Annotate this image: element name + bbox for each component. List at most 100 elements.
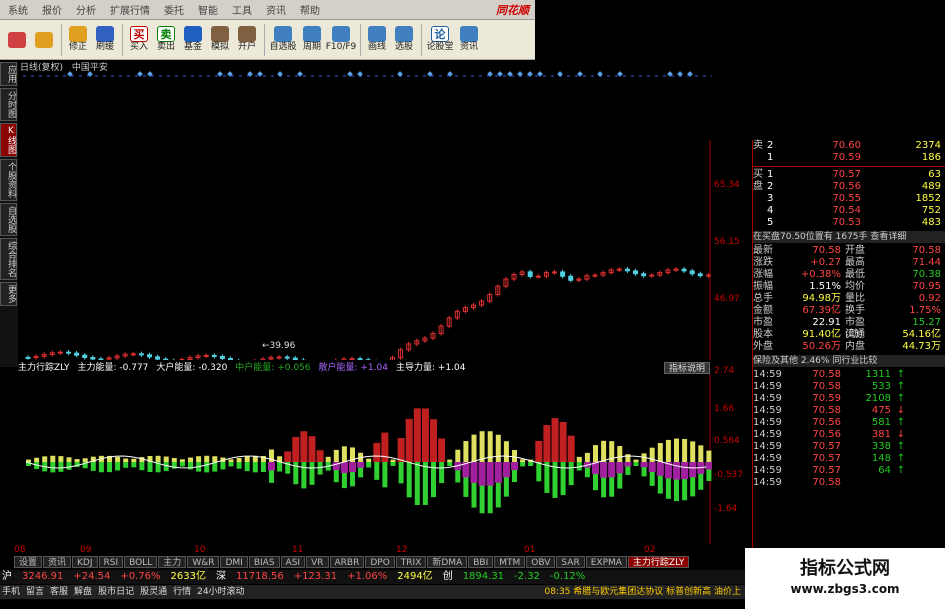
indicator-tab[interactable]: 设置: [14, 556, 43, 568]
bottom-menu-item[interactable]: 股灵通: [140, 585, 167, 599]
left-tab[interactable]: 更多: [0, 282, 17, 306]
buy-icon: 买: [130, 26, 148, 42]
menu-item[interactable]: 帮助: [300, 2, 320, 17]
left-tab[interactable]: 应用: [0, 62, 17, 86]
arrow-down-icon: ↓: [896, 405, 906, 416]
large-force-area: [681, 462, 689, 480]
level: 5: [767, 217, 774, 228]
indicator-tab[interactable]: BIAS: [248, 556, 280, 568]
bottom-menu-item[interactable]: 股市日记: [98, 585, 134, 599]
indicator-tab[interactable]: DMI: [220, 556, 248, 568]
toolbar-button[interactable]: 选股: [391, 21, 417, 59]
indicator-tab[interactable]: ARBR: [329, 556, 365, 568]
toolbar-button[interactable]: F10/F9: [326, 21, 356, 59]
large-force-area: [486, 462, 494, 486]
indicator-tab[interactable]: DPO: [365, 556, 395, 568]
menu-item[interactable]: 智能: [198, 2, 218, 17]
menu-item[interactable]: 分析: [76, 2, 96, 17]
indicator-chart[interactable]: [18, 374, 712, 544]
indicator-tab[interactable]: ASI: [280, 556, 306, 568]
indicator-tab[interactable]: W&R: [187, 556, 220, 568]
month-label: 09: [80, 545, 92, 555]
indicator-tab[interactable]: EXPMA: [585, 556, 627, 568]
main-bar: [212, 456, 218, 462]
price: 70.59: [832, 152, 861, 163]
indicator-tab[interactable]: BBI: [468, 556, 494, 568]
stat-value: 94.98万: [802, 293, 841, 304]
indicator-tab[interactable]: BOLL: [124, 556, 158, 568]
toolbar-button[interactable]: [4, 21, 30, 59]
indicator-tab[interactable]: SAR: [556, 556, 585, 568]
select-icon: [395, 26, 413, 42]
menu-item[interactable]: 扩展行情: [110, 2, 150, 17]
arrow-up-icon: ↑: [896, 381, 906, 392]
toolbar-button[interactable]: 基金: [180, 21, 206, 59]
toolbar-button[interactable]: 买买入: [126, 21, 152, 59]
toolbar-button[interactable]: 论论股堂: [425, 21, 455, 59]
toolbar-button[interactable]: 刷缓: [92, 21, 118, 59]
bottom-menu-item[interactable]: 24小时滚动: [197, 585, 244, 599]
indicator-tab[interactable]: TRIX: [395, 556, 427, 568]
order-info-bar[interactable]: 在买盘70.50位置有 1675手 查看详细: [753, 231, 945, 243]
toolbar-button[interactable]: 画线: [364, 21, 390, 59]
main-force-area: [567, 435, 575, 462]
main-bar: [665, 439, 671, 462]
bottom-menu-item[interactable]: 客服: [50, 585, 68, 599]
menu-item[interactable]: 工具: [232, 2, 252, 17]
toolbar-button[interactable]: 开户: [234, 21, 260, 59]
stat-value: 70.95: [912, 281, 941, 292]
indicator-tab[interactable]: 新DMA: [427, 556, 468, 568]
retail-bar: [163, 462, 169, 472]
price-axis-label: 46.97: [714, 294, 740, 304]
left-tab[interactable]: 自选股: [0, 203, 17, 236]
toolbar-button[interactable]: 模拟: [207, 21, 233, 59]
stat-key: 市盈: [753, 317, 773, 328]
menu-item[interactable]: 系统: [8, 2, 28, 17]
main-bar: [682, 439, 688, 462]
left-tab[interactable]: 个股资料: [0, 159, 17, 201]
indicator-tab[interactable]: 主力行踪ZLY: [627, 556, 690, 568]
candle-body: [624, 268, 630, 272]
menu-item[interactable]: 委托: [164, 2, 184, 17]
candle-body: [138, 353, 144, 356]
tick-volume: 475: [871, 405, 891, 416]
price: 70.55: [832, 193, 861, 204]
retail-bar: [131, 462, 137, 468]
toolbar-button[interactable]: 修正: [65, 21, 91, 59]
retail-bar: [115, 462, 121, 471]
bottom-menu-item[interactable]: 行情: [173, 585, 191, 599]
sector-bar[interactable]: 保险及其他 2.46% 同行业比较: [753, 355, 945, 367]
left-tab[interactable]: K线图: [0, 123, 17, 157]
sell-icon: 卖: [157, 26, 175, 42]
kline-chart[interactable]: ←39.96: [18, 70, 712, 360]
main-bar: [576, 456, 582, 462]
bottom-menu-item[interactable]: 手机: [2, 585, 20, 599]
toolbar-button[interactable]: 自选股: [268, 21, 298, 59]
menu-item[interactable]: 报价: [42, 2, 62, 17]
toolbar-button[interactable]: 卖卖出: [153, 21, 179, 59]
retail-bar: [220, 462, 226, 470]
toolbar-button[interactable]: 周期: [299, 21, 325, 59]
news-ticker[interactable]: 08:35 希腊与欧元集团达协议 标普创新高 油价上: [544, 585, 745, 599]
indicator-explain-button[interactable]: 指标说明: [663, 362, 710, 374]
indicator-tab[interactable]: OBV: [526, 556, 556, 568]
bottom-menu-item[interactable]: 解盘: [74, 585, 92, 599]
indicator-tab[interactable]: MTM: [494, 556, 526, 568]
toolbar-button[interactable]: 资讯: [456, 21, 482, 59]
indicator-tab[interactable]: 资讯: [43, 556, 72, 568]
menu-item[interactable]: 资讯: [266, 2, 286, 17]
left-tab[interactable]: 综合排名: [0, 238, 17, 280]
toolbar-button[interactable]: [31, 21, 57, 59]
indicator-tab[interactable]: 主力: [158, 556, 187, 568]
indicator-tab[interactable]: RSI: [98, 556, 124, 568]
buy-side-label: 买: [753, 169, 763, 180]
bottom-menu-item[interactable]: 留言: [26, 585, 44, 599]
retail-bar: [422, 462, 428, 505]
left-tab[interactable]: 分时图: [0, 88, 17, 121]
main-bar: [617, 446, 623, 462]
indicator-tab[interactable]: KDJ: [72, 556, 98, 568]
main-force-area: [292, 436, 300, 462]
main-bar: [706, 450, 712, 462]
indicator-tab[interactable]: VR: [306, 556, 329, 568]
candle-body: [357, 358, 363, 360]
